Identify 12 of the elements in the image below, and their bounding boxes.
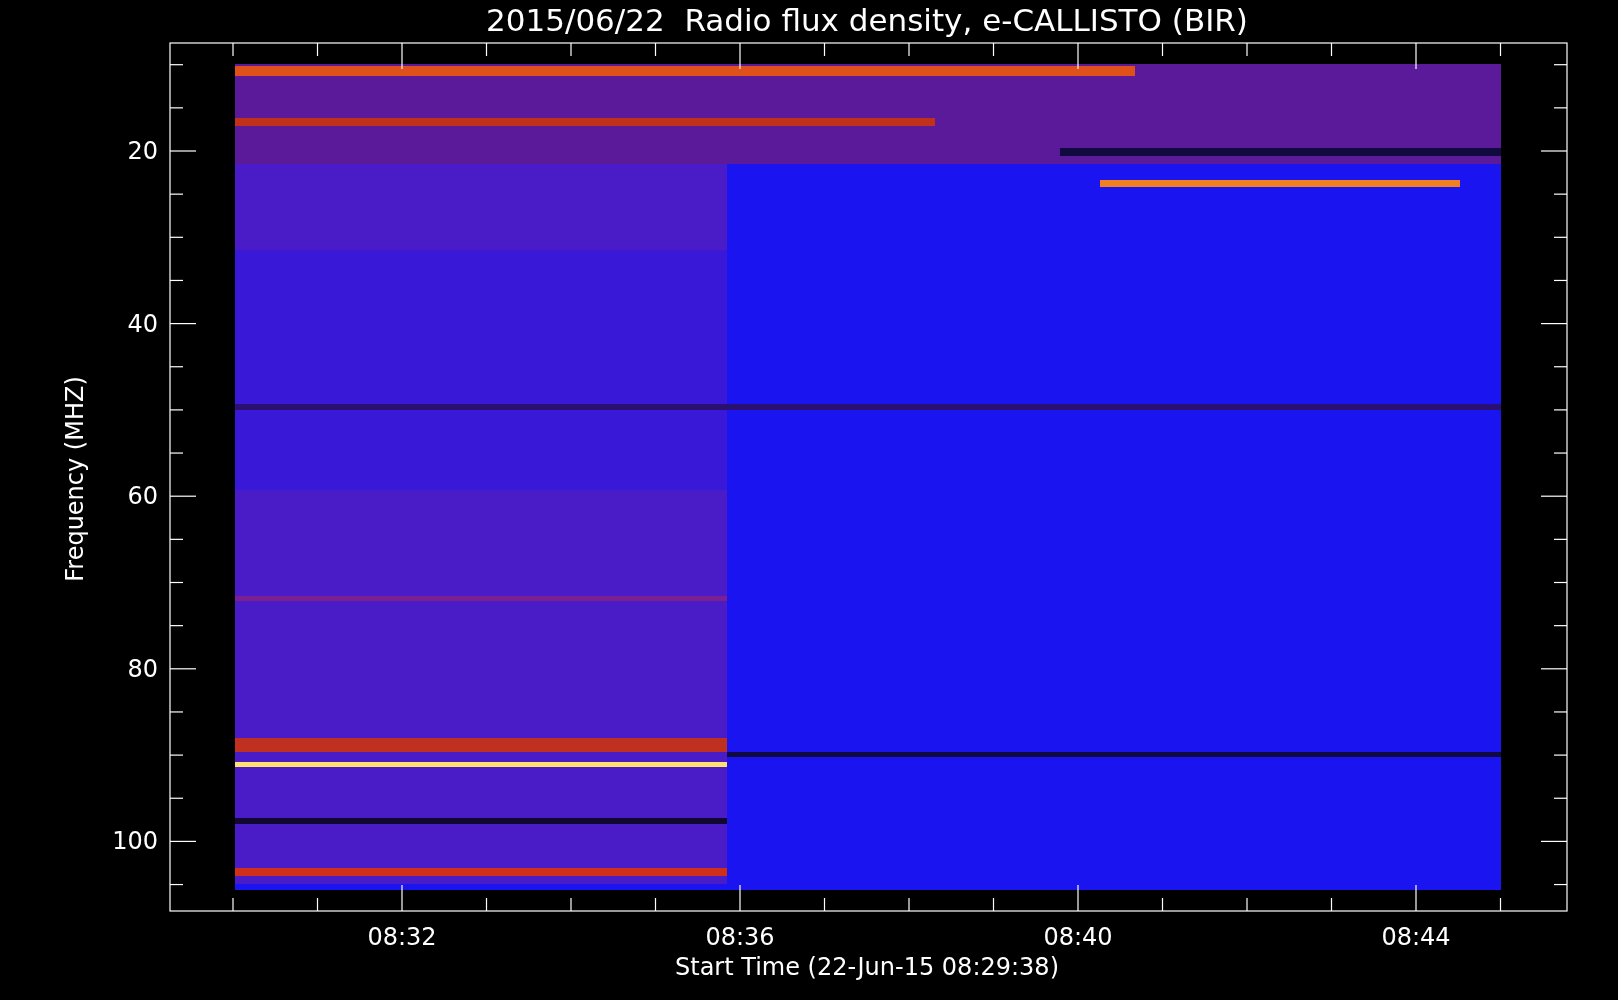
x-tick-label: 08:44 [1381, 923, 1451, 951]
y-tick-label: 60 [127, 482, 158, 511]
y-tick-label: 80 [127, 654, 158, 683]
x-axis-label: Start Time (22-Jun-15 08:29:38) [675, 953, 1059, 981]
x-tick-label: 08:40 [1043, 923, 1113, 951]
x-tick-label: 08:36 [705, 923, 775, 951]
y-tick-label: 100 [112, 827, 158, 856]
y-tick-label: 40 [127, 309, 158, 338]
x-tick-label: 08:32 [367, 923, 437, 951]
chart-title: 2015/06/22 Radio flux density, e-CALLISTO (BIR) [486, 2, 1248, 38]
y-axis-label: Frequency (MHZ) [61, 376, 89, 582]
y-tick-label: 20 [127, 137, 158, 165]
